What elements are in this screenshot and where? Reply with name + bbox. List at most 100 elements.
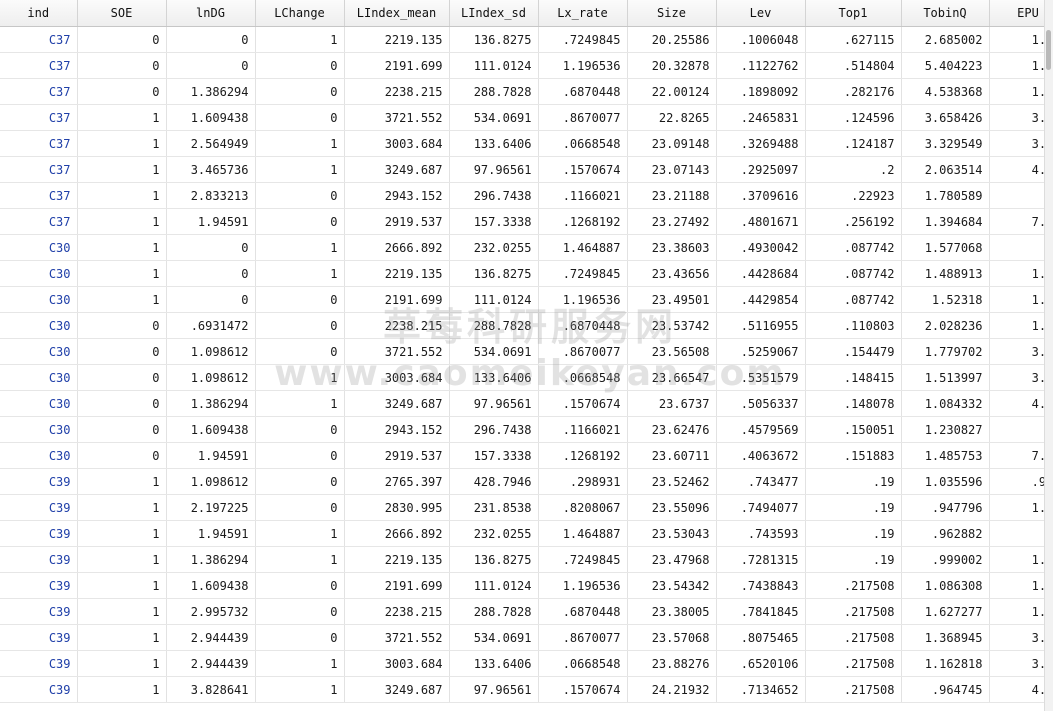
table-cell[interactable]: 2.833213	[166, 182, 256, 209]
table-cell[interactable]: 3.64	[989, 624, 1045, 651]
table-cell[interactable]: 1	[255, 26, 345, 53]
table-cell[interactable]: 1	[255, 234, 345, 261]
table-cell[interactable]: 1.23	[989, 286, 1045, 313]
table-cell[interactable]: 1	[77, 156, 167, 183]
table-cell[interactable]: C39	[0, 520, 78, 547]
table-cell[interactable]: 23.55096	[627, 494, 717, 521]
table-cell[interactable]: .124187	[805, 130, 902, 157]
table-cell[interactable]: .1898092	[716, 78, 806, 105]
table-cell[interactable]: 1.035596	[901, 468, 990, 495]
table-cell[interactable]: 4.60	[989, 390, 1045, 417]
table-cell[interactable]: 133.6406	[449, 130, 539, 157]
table-cell[interactable]: 0	[166, 260, 256, 287]
table-cell[interactable]: .6870448	[538, 312, 628, 339]
table-cell[interactable]: 1	[77, 234, 167, 261]
table-cell[interactable]: .0668548	[538, 650, 628, 677]
table-cell[interactable]: 534.0691	[449, 624, 539, 651]
table-cell[interactable]: .5056337	[716, 390, 806, 417]
table-cell[interactable]: 1	[255, 650, 345, 677]
table-cell[interactable]: 1	[255, 260, 345, 287]
table-cell[interactable]: 1.13	[989, 26, 1045, 53]
table-cell[interactable]: .4930042	[716, 234, 806, 261]
table-cell[interactable]: 1	[77, 468, 167, 495]
table-cell[interactable]: 4.538368	[901, 78, 990, 105]
table-cell[interactable]: C39	[0, 494, 78, 521]
table-cell[interactable]: .256192	[805, 208, 902, 235]
table-cell[interactable]: 1	[77, 494, 167, 521]
table-cell[interactable]: 1	[255, 520, 345, 547]
table-cell[interactable]: 0	[77, 390, 167, 417]
table-cell[interactable]: .0668548	[538, 364, 628, 391]
table-cell[interactable]: 23.62476	[627, 416, 717, 443]
table-cell[interactable]: 0	[255, 338, 345, 365]
table-cell[interactable]: 0	[255, 572, 345, 599]
table-cell[interactable]: 1	[77, 260, 167, 287]
column-header-epu[interactable]: EPU	[989, 0, 1045, 27]
table-cell[interactable]: .7249845	[538, 260, 628, 287]
table-cell[interactable]: 2191.699	[344, 572, 450, 599]
table-cell[interactable]: 1	[255, 364, 345, 391]
table-cell[interactable]: 0	[255, 52, 345, 79]
table-cell[interactable]: .7494077	[716, 494, 806, 521]
table-cell[interactable]: 22.00124	[627, 78, 717, 105]
table-cell[interactable]: 1.162818	[901, 650, 990, 677]
table-cell[interactable]: 2.197225	[166, 494, 256, 521]
table-cell[interactable]: 0	[166, 286, 256, 313]
table-cell[interactable]: 3.329549	[901, 130, 990, 157]
column-header-lindex-mean[interactable]: LIndex_mean	[344, 0, 450, 27]
table-cell[interactable]: .947796	[901, 494, 990, 521]
table-cell[interactable]: 1.386294	[166, 78, 256, 105]
table-cell[interactable]: .1268192	[538, 208, 628, 235]
table-cell[interactable]: 23.47968	[627, 546, 717, 573]
table-cell[interactable]: 24.21932	[627, 676, 717, 703]
table-cell[interactable]: 2765.397	[344, 468, 450, 495]
table-cell[interactable]: 0	[255, 286, 345, 313]
table-cell[interactable]: .2925097	[716, 156, 806, 183]
table-cell[interactable]: 1.609438	[166, 416, 256, 443]
table-cell[interactable]: 0	[255, 78, 345, 105]
table-cell[interactable]: 136.8275	[449, 260, 539, 287]
table-cell[interactable]: 1.609438	[166, 104, 256, 131]
table-cell[interactable]: 1.368945	[901, 624, 990, 651]
table-cell[interactable]: 23.09148	[627, 130, 717, 157]
data-editor-grid[interactable]: ind SOE lnDG LChange LIndex_mean LIndex_…	[0, 0, 1045, 711]
table-cell[interactable]: 1.780589	[901, 182, 990, 209]
table-cell[interactable]: 7.47	[989, 442, 1045, 469]
table-cell[interactable]: 2191.699	[344, 52, 450, 79]
table-cell[interactable]: 23.54342	[627, 572, 717, 599]
table-cell[interactable]: 428.7946	[449, 468, 539, 495]
table-cell[interactable]: 1.488913	[901, 260, 990, 287]
table-cell[interactable]: 2.685002	[901, 26, 990, 53]
table-cell[interactable]: 1.386294	[166, 546, 256, 573]
table-cell[interactable]: 0	[255, 468, 345, 495]
table-cell[interactable]: 0	[77, 416, 167, 443]
table-cell[interactable]: 1.70	[989, 494, 1045, 521]
table-cell[interactable]: 1.098612	[166, 364, 256, 391]
table-cell[interactable]: .7134652	[716, 676, 806, 703]
table-cell[interactable]: .19	[805, 546, 902, 573]
table-cell[interactable]: C37	[0, 26, 78, 53]
table-cell[interactable]: 22.8265	[627, 104, 717, 131]
table-cell[interactable]: 2919.537	[344, 208, 450, 235]
table-cell[interactable]: 3.828641	[166, 676, 256, 703]
table-cell[interactable]: 1	[77, 520, 167, 547]
table-cell[interactable]: 534.0691	[449, 104, 539, 131]
table-cell[interactable]: 1	[77, 676, 167, 703]
table-cell[interactable]: 2.944439	[166, 624, 256, 651]
table-cell[interactable]: .151883	[805, 442, 902, 469]
table-cell[interactable]: .1166021	[538, 182, 628, 209]
table-cell[interactable]: C39	[0, 572, 78, 599]
table-cell[interactable]: 0	[166, 52, 256, 79]
table-cell[interactable]: .19	[805, 494, 902, 521]
table-cell[interactable]: 2.564949	[166, 130, 256, 157]
column-header-soe[interactable]: SOE	[77, 0, 167, 27]
table-cell[interactable]: .4801671	[716, 208, 806, 235]
table-cell[interactable]: .7249845	[538, 546, 628, 573]
table-cell[interactable]: .217508	[805, 598, 902, 625]
table-cell[interactable]: 1.609438	[166, 572, 256, 599]
table-cell[interactable]: .217508	[805, 624, 902, 651]
table-cell[interactable]: 1	[77, 104, 167, 131]
table-cell[interactable]: 0	[77, 52, 167, 79]
table-cell[interactable]: 296.7438	[449, 416, 539, 443]
table-cell[interactable]: 1	[255, 390, 345, 417]
